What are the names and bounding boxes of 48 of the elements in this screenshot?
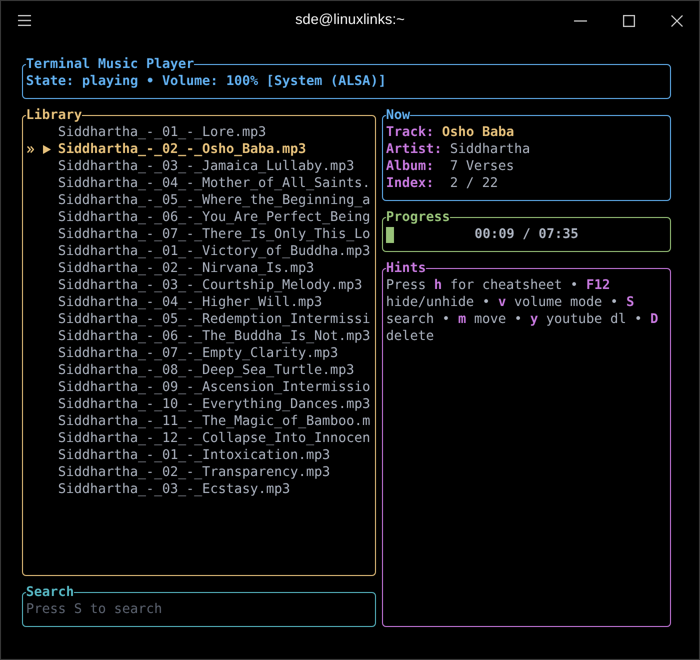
panel-title: Hints [386,260,426,277]
library-item[interactable]: Siddhartha_-_07_-_Empty_Clarity.mp3 [26,345,372,362]
library-item[interactable]: Siddhartha_-_08_-_Deep_Sea_Turtle.mp3 [26,362,372,379]
library-item[interactable]: Siddhartha_-_05_-_Redemption_Intermissi [26,311,372,328]
library-item[interactable]: Siddhartha_-_02_-_Transparency.mp3 [26,464,372,481]
library-item[interactable]: Siddhartha_-_12_-_Collapse_Into_Innocen [26,430,372,447]
panel-title: Now [386,107,410,124]
hints-text: Press h for cheatsheet • F12 hide/unhide • v volume mode • S search • m move • y youtube dl • D delete [386,277,660,345]
library-item[interactable]: Siddhartha_-_04_-_Mother_of_All_Saints. [26,175,372,192]
library-item[interactable]: Siddhartha_-_02_-_Osho_Baba.mp3 [26,141,372,158]
menu-icon[interactable] [18,15,31,26]
field-value: 7 Verses [450,158,514,175]
library-item[interactable]: Siddhartha_-_03_-_Ecstasy.mp3 [26,481,372,498]
library-item[interactable]: Siddhartha_-_06_-_The_Buddha_Is_Not.mp3 [26,328,372,345]
library-item[interactable]: Siddhartha_-_03_-_Jamaica_Lullaby.mp3 [26,158,372,175]
library-item[interactable]: Siddhartha_-_04_-_Higher_Will.mp3 [26,294,372,311]
library-item[interactable]: Siddhartha_-_03_-_Courtship_Melody.mp3 [26,277,372,294]
field-label: Index: [386,175,436,192]
library-item[interactable]: Siddhartha_-_05_-_Where_the_Beginning_a [26,192,372,209]
minimize-icon[interactable] [574,20,587,22]
search-field[interactable]: Press S to search [26,601,372,618]
search-panel[interactable]: Search Press S to search [22,584,376,627]
window-title: sde@linuxlinks:~ [295,12,405,30]
library-item[interactable]: Siddhartha_-_07_-_There_Is_Only_This_Lo [26,226,372,243]
field-label: Album: [386,158,436,175]
field-value: Osho Baba [442,124,514,141]
library-item[interactable]: Siddhartha_-_02_-_Nirvana_Is.mp3 [26,260,372,277]
library-item[interactable]: Siddhartha_-_01_-_Lore.mp3 [26,124,372,141]
field-value: 2 / 22 [450,175,498,192]
panel-title: Library [26,107,82,124]
maximize-icon[interactable] [623,14,635,26]
panel-title: Progress [386,209,450,226]
field-label: Artist: [386,141,444,158]
progress-time: 00:09 / 07:35 [474,226,579,243]
library-item[interactable]: Siddhartha_-_11_-_The_Magic_of_Bamboo.m [26,413,372,430]
field-label: Track: [386,124,434,141]
cursor-icon [27,146,34,153]
panel-title: Search [26,584,74,601]
library-item[interactable]: Siddhartha_-_09_-_Ascension_Intermissio [26,379,372,396]
library-item[interactable]: Siddhartha_-_06_-_You_Are_Perfect_Being [26,209,372,226]
library-item[interactable]: Siddhartha_-_01_-_Intoxication.mp3 [26,447,372,464]
library-item[interactable]: Siddhartha_-_01_-_Victory_of_Buddha.mp3 [26,243,372,260]
library-item[interactable]: Siddhartha_-_10_-_Everything_Dances.mp3 [26,396,372,413]
play-icon [43,145,51,154]
player-status: State: playing • Volume: 100% [System (ALSA)] [26,73,388,90]
close-icon[interactable] [671,14,683,26]
field-value: Siddhartha [450,141,530,158]
panel-title: Terminal Music Player [26,56,194,73]
